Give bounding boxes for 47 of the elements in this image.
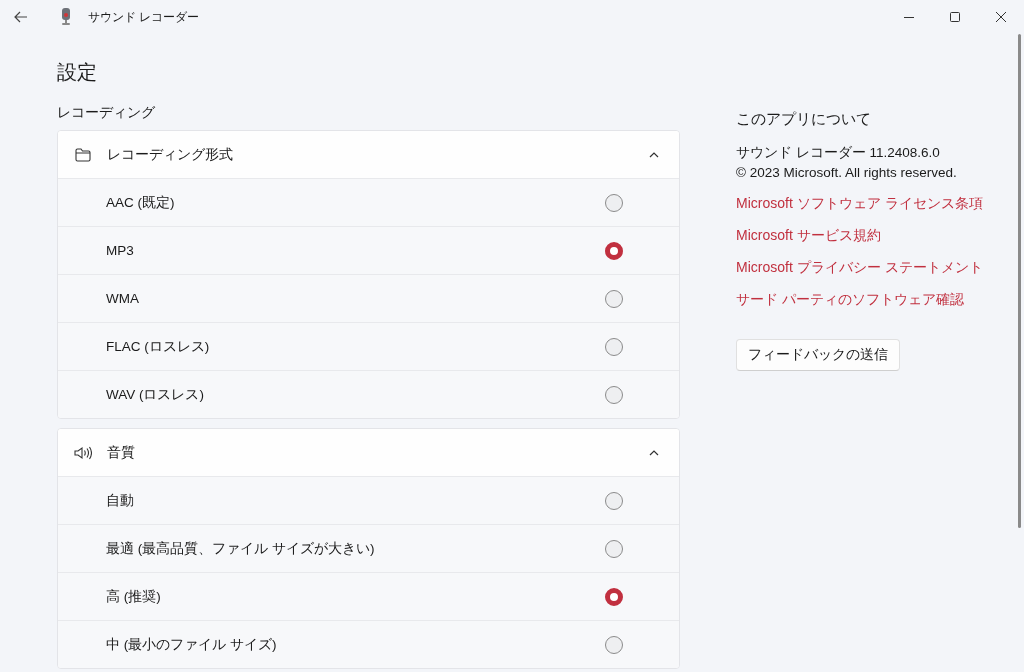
radio-button[interactable]	[605, 539, 623, 558]
version-text: サウンド レコーダー 11.2408.6.0	[736, 144, 941, 162]
option-label: FLAC (ロスレス)	[106, 337, 211, 356]
microphone-icon	[60, 8, 72, 26]
back-arrow-icon[interactable]	[14, 11, 28, 23]
chevron-up-icon[interactable]	[649, 449, 659, 456]
option-row[interactable]: 高 (推奨)	[58, 572, 679, 620]
option-label: 最適 (最高品質、ファイル サイズが大きい)	[106, 539, 376, 558]
expander-title: 音質	[107, 443, 136, 462]
radio-button[interactable]	[605, 635, 623, 654]
option-label: AAC (既定)	[106, 193, 176, 212]
option-row[interactable]: WAV (ロスレス)	[58, 370, 679, 418]
radio-button[interactable]	[605, 385, 623, 404]
option-label: WAV (ロスレス)	[106, 385, 205, 404]
link[interactable]: Microsoft プライバシー ステートメント	[736, 257, 983, 277]
radio-button[interactable]	[605, 241, 623, 260]
about-title: このアプリについて	[736, 109, 872, 129]
scrollbar[interactable]	[1018, 34, 1021, 528]
option-row[interactable]: AAC (既定)	[58, 178, 679, 226]
link[interactable]: Microsoft ソフトウェア ライセンス条項	[736, 193, 983, 213]
folder-icon	[75, 147, 91, 162]
option-row[interactable]: MP3	[58, 226, 679, 274]
option-row[interactable]: 自動	[58, 476, 679, 524]
option-row[interactable]: FLAC (ロスレス)	[58, 322, 679, 370]
radio-button[interactable]	[605, 337, 623, 356]
copyright-text: © 2023 Microsoft. All rights reserved.	[736, 164, 958, 182]
section-title: レコーディング	[57, 103, 156, 122]
chevron-up-icon[interactable]	[649, 151, 659, 158]
feedback-button[interactable]: フィードバックの送信	[736, 339, 900, 371]
link[interactable]: サード パーティのソフトウェア確認	[736, 289, 964, 309]
option-label: MP3	[106, 243, 135, 258]
expander-title: レコーディング形式	[107, 145, 234, 164]
radio-button[interactable]	[605, 587, 623, 606]
option-row[interactable]: WMA	[58, 274, 679, 322]
radio-button[interactable]	[605, 289, 623, 308]
link[interactable]: Microsoft サービス規約	[736, 225, 881, 245]
option-row[interactable]: 中 (最小のファイル サイズ)	[58, 620, 679, 668]
radio-button[interactable]	[605, 491, 623, 510]
window-title: サウンド レコーダー	[88, 8, 200, 26]
option-label: WMA	[106, 291, 140, 306]
radio-button[interactable]	[605, 193, 623, 212]
option-label: 自動	[106, 491, 135, 510]
speaker-icon	[74, 445, 92, 460]
option-label: 中 (最小のファイル サイズ)	[106, 635, 278, 654]
option-label: 高 (推奨)	[106, 587, 162, 606]
option-row[interactable]: 最適 (最高品質、ファイル サイズが大きい)	[58, 524, 679, 572]
page-title: 設定	[57, 60, 98, 85]
